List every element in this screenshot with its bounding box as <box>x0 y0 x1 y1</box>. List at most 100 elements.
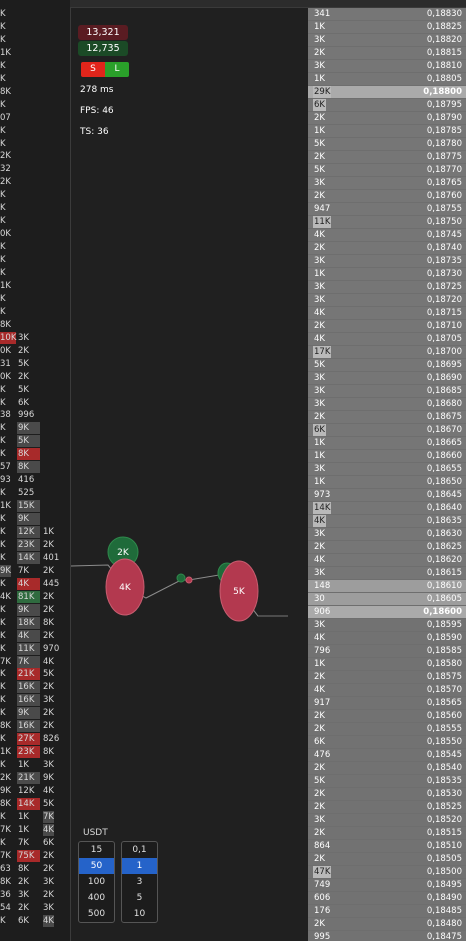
ladder-row[interactable]: 4K 0,18590 <box>308 632 466 645</box>
ladder-row[interactable]: 5K 0,18535 <box>308 775 466 788</box>
ladder-row[interactable]: 2K 0,18560 <box>308 710 466 723</box>
ladder-row[interactable]: 2K 0,18675 <box>308 411 466 424</box>
trade-cell: K <box>0 695 6 706</box>
ladder-row[interactable]: 864 0,18510 <box>308 840 466 853</box>
ladder-row[interactable]: 14K 0,18640 <box>308 502 466 515</box>
ladder-row[interactable]: 3K 0,18810 <box>308 60 466 73</box>
ladder-row[interactable]: 2K 0,18555 <box>308 723 466 736</box>
ladder-row[interactable]: 3K 0,18630 <box>308 528 466 541</box>
ladder-row[interactable]: 30 0,18605 <box>308 593 466 606</box>
order-book-ladder[interactable]: 341 0,18830 1K 0,18825 3K 0,18820 2K 0,18815 3K 0… <box>308 8 466 941</box>
multiplier-option[interactable]: 5 <box>122 890 157 906</box>
multiplier-option[interactable]: 0,1 <box>122 842 157 858</box>
ladder-row[interactable]: 973 0,18645 <box>308 489 466 502</box>
ladder-row[interactable]: 3K 0,18520 <box>308 814 466 827</box>
ladder-row[interactable]: 2K 0,18815 <box>308 47 466 60</box>
ladder-row[interactable]: 3K 0,18735 <box>308 255 466 268</box>
ladder-row[interactable]: 3K 0,18595 <box>308 619 466 632</box>
ladder-row[interactable]: 3K 0,18685 <box>308 385 466 398</box>
long-button[interactable]: L <box>105 62 129 77</box>
amount-option[interactable]: 400 <box>79 890 114 906</box>
ladder-row[interactable]: 17K 0,18700 <box>308 346 466 359</box>
ladder-row[interactable]: 2K 0,18515 <box>308 827 466 840</box>
ladder-row[interactable]: 2K 0,18480 <box>308 918 466 931</box>
ladder-row[interactable]: 1K 0,18785 <box>308 125 466 138</box>
ladder-row[interactable]: 947 0,18755 <box>308 203 466 216</box>
ladder-row[interactable]: 6K 0,18795 <box>308 99 466 112</box>
ladder-row[interactable]: 3K 0,18680 <box>308 398 466 411</box>
ladder-row[interactable]: 796 0,18585 <box>308 645 466 658</box>
ladder-volume: 2K <box>314 152 325 162</box>
ladder-row[interactable]: 4K 0,18570 <box>308 684 466 697</box>
ladder-row[interactable]: 29K 0,18800 <box>308 86 466 99</box>
ladder-row[interactable]: 1K 0,18660 <box>308 450 466 463</box>
trade-row: 63 8K 2K <box>0 863 70 876</box>
ladder-row[interactable]: 2K 0,18760 <box>308 190 466 203</box>
ladder-row[interactable]: 2K 0,18530 <box>308 788 466 801</box>
ladder-row[interactable]: 6K 0,18550 <box>308 736 466 749</box>
ladder-volume: 995 <box>314 932 331 941</box>
ladder-row[interactable]: 906 0,18600 <box>308 606 466 619</box>
ladder-row[interactable]: 4K 0,18715 <box>308 307 466 320</box>
ladder-row[interactable]: 1K 0,18665 <box>308 437 466 450</box>
ladder-row[interactable]: 3K 0,18765 <box>308 177 466 190</box>
ladder-row[interactable]: 2K 0,18540 <box>308 762 466 775</box>
trade-cell: K <box>0 734 6 745</box>
amount-option[interactable]: 15 <box>79 842 114 858</box>
ladder-row[interactable]: 3K 0,18690 <box>308 372 466 385</box>
ladder-row[interactable]: 4K 0,18620 <box>308 554 466 567</box>
ladder-row[interactable]: 4K 0,18745 <box>308 229 466 242</box>
ladder-row[interactable]: 476 0,18545 <box>308 749 466 762</box>
ladder-row[interactable]: 3K 0,18725 <box>308 281 466 294</box>
ladder-row[interactable]: 4K 0,18705 <box>308 333 466 346</box>
ladder-row[interactable]: 5K 0,18770 <box>308 164 466 177</box>
ladder-row[interactable]: 2K 0,18625 <box>308 541 466 554</box>
multiplier-option[interactable]: 3 <box>122 874 157 890</box>
ladder-row[interactable]: 3K 0,18820 <box>308 34 466 47</box>
ladder-price: 0,18745 <box>426 230 462 240</box>
ladder-row[interactable]: 2K 0,18790 <box>308 112 466 125</box>
multiplier-option[interactable]: 1 <box>122 858 157 874</box>
ladder-row[interactable]: 3K 0,18720 <box>308 294 466 307</box>
ladder-row[interactable]: 47K 0,18500 <box>308 866 466 879</box>
ladder-row[interactable]: 2K 0,18525 <box>308 801 466 814</box>
ladder-price: 0,18570 <box>426 685 462 695</box>
bubble-chart[interactable]: 2K 4K 5K <box>0 8 308 941</box>
ladder-row[interactable]: 606 0,18490 <box>308 892 466 905</box>
ladder-row[interactable]: 5K 0,18695 <box>308 359 466 372</box>
ladder-row[interactable]: 995 0,18475 <box>308 931 466 941</box>
ladder-row[interactable]: 148 0,18610 <box>308 580 466 593</box>
ladder-row[interactable]: 4K 0,18635 <box>308 515 466 528</box>
ladder-row[interactable]: 2K 0,18710 <box>308 320 466 333</box>
trade-cell: K <box>0 837 6 848</box>
ladder-row[interactable]: 341 0,18830 <box>308 8 466 21</box>
ladder-row[interactable]: 2K 0,18505 <box>308 853 466 866</box>
amount-option[interactable]: 50 <box>79 858 114 874</box>
trade-cell: 2K <box>0 773 11 784</box>
ladder-row[interactable]: 749 0,18495 <box>308 879 466 892</box>
ladder-row[interactable]: 2K 0,18775 <box>308 151 466 164</box>
multiplier-option[interactable]: 10 <box>122 906 157 922</box>
ladder-row[interactable]: 1K 0,18650 <box>308 476 466 489</box>
ladder-row[interactable]: 176 0,18485 <box>308 905 466 918</box>
ladder-row[interactable]: 1K 0,18730 <box>308 268 466 281</box>
ladder-price: 0,18560 <box>426 711 462 721</box>
amount-option[interactable]: 100 <box>79 874 114 890</box>
ladder-row[interactable]: 2K 0,18740 <box>308 242 466 255</box>
ladder-row[interactable]: 2K 0,18575 <box>308 671 466 684</box>
ladder-row[interactable]: 1K 0,18825 <box>308 21 466 34</box>
multiplier-selector[interactable]: 0,1 1 3 5 10 <box>121 841 158 923</box>
ladder-row[interactable]: 3K 0,18655 <box>308 463 466 476</box>
ladder-row[interactable]: 6K 0,18670 <box>308 424 466 437</box>
amount-option[interactable]: 500 <box>79 906 114 922</box>
amount-selector[interactable]: 15 50 100 400 500 <box>78 841 115 923</box>
ladder-row[interactable]: 3K 0,18615 <box>308 567 466 580</box>
ladder-row[interactable]: 1K 0,18580 <box>308 658 466 671</box>
trade-cell: 12K <box>18 786 35 796</box>
ladder-price: 0,18735 <box>426 256 462 266</box>
ladder-row[interactable]: 917 0,18565 <box>308 697 466 710</box>
ladder-row[interactable]: 1K 0,18805 <box>308 73 466 86</box>
ladder-row[interactable]: 5K 0,18780 <box>308 138 466 151</box>
ladder-row[interactable]: 11K 0,18750 <box>308 216 466 229</box>
short-button[interactable]: S <box>81 62 105 77</box>
